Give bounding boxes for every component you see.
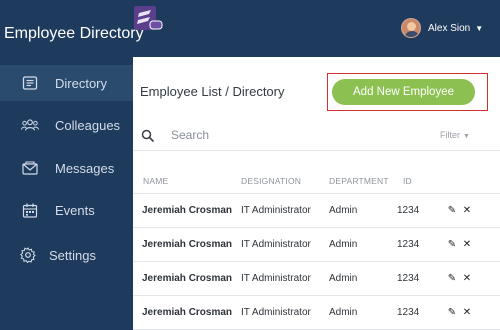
sidebar-item-events[interactable]: Events — [0, 192, 133, 228]
app-logo-icon — [133, 5, 163, 33]
search-input[interactable] — [171, 127, 321, 143]
user-name: Alex Sion — [428, 22, 471, 34]
column-header-name: NAME — [143, 176, 169, 186]
search-bar: Filter▼ — [133, 119, 500, 151]
cell-id: 1234 — [397, 239, 420, 250]
sidebar-item-label: Messages — [55, 160, 115, 176]
cell-name: Jeremiah Crosman — [142, 273, 233, 284]
search-icon — [141, 129, 155, 143]
cell-id: 1234 — [397, 273, 420, 284]
user-menu[interactable]: Alex Sion ▼ — [401, 18, 483, 38]
delete-icon[interactable]: ✕ — [462, 307, 472, 318]
cell-designation: IT Administrator — [241, 239, 311, 250]
app-title: Employee Directory — [4, 25, 144, 42]
gear-icon — [19, 247, 37, 263]
edit-icon[interactable]: ✎ — [447, 239, 457, 250]
table-header: NAME DESIGNATION DEPARTMENT ID — [133, 170, 500, 194]
delete-icon[interactable]: ✕ — [462, 273, 472, 284]
add-new-employee-button[interactable]: Add New Employee — [332, 79, 475, 105]
filter-dropdown[interactable]: Filter ▼ — [440, 130, 470, 140]
sidebar-item-label: Colleagues — [55, 117, 121, 133]
sidebar-item-directory[interactable]: Directory — [0, 65, 133, 101]
cell-name: Jeremiah Crosman — [142, 307, 233, 318]
sidebar-item-label: Settings — [49, 247, 96, 263]
cell-designation: IT Administrator — [241, 205, 311, 216]
column-header-id: ID — [403, 176, 412, 186]
cell-department: Admin — [329, 273, 358, 284]
table-row[interactable]: Jeremiah Crosman IT Administrator Admin … — [133, 296, 500, 330]
people-icon — [21, 117, 39, 133]
top-bar: Employee Directory Alex Sion ▼ — [0, 0, 500, 57]
table-row[interactable]: Jeremiah Crosman IT Administrator Admin … — [133, 262, 500, 296]
column-header-designation: DESIGNATION — [241, 176, 302, 186]
table-row[interactable]: Jeremiah Crosman IT Administrator Admin … — [133, 194, 500, 228]
sidebar-item-messages[interactable]: Messages — [0, 150, 133, 186]
page-title: Employee List / Directory — [140, 84, 285, 99]
cell-designation: IT Administrator — [241, 307, 311, 318]
cell-department: Admin — [329, 307, 358, 318]
edit-icon[interactable]: ✎ — [447, 307, 457, 318]
sidebar-item-label: Directory — [55, 75, 108, 91]
edit-icon[interactable]: ✎ — [447, 273, 457, 284]
caret-down-icon: ▼ — [475, 23, 484, 33]
column-header-department: DEPARTMENT — [329, 176, 389, 186]
cell-name: Jeremiah Crosman — [142, 205, 233, 216]
main-content: Employee List / Directory Add New Employ… — [133, 57, 500, 330]
cell-id: 1234 — [397, 307, 420, 318]
delete-icon[interactable]: ✕ — [462, 205, 472, 216]
sidebar: Directory Colleagues Messages Events Set… — [0, 57, 133, 330]
table-row[interactable]: Jeremiah Crosman IT Administrator Admin … — [133, 228, 500, 262]
sidebar-item-settings[interactable]: Settings — [0, 237, 133, 273]
calendar-icon — [21, 202, 39, 218]
address-book-icon — [21, 75, 39, 91]
sidebar-item-label: Events — [55, 202, 95, 218]
sidebar-item-colleagues[interactable]: Colleagues — [0, 107, 133, 143]
cell-id: 1234 — [397, 205, 420, 216]
cell-department: Admin — [329, 239, 358, 250]
cell-designation: IT Administrator — [241, 273, 311, 284]
avatar — [401, 18, 421, 38]
cell-department: Admin — [329, 205, 358, 216]
envelope-icon — [21, 160, 39, 176]
cell-name: Jeremiah Crosman — [142, 239, 233, 250]
delete-icon[interactable]: ✕ — [462, 239, 472, 250]
filter-label: Filter — [440, 130, 460, 140]
caret-down-icon: ▼ — [463, 133, 470, 140]
edit-icon[interactable]: ✎ — [447, 205, 457, 216]
